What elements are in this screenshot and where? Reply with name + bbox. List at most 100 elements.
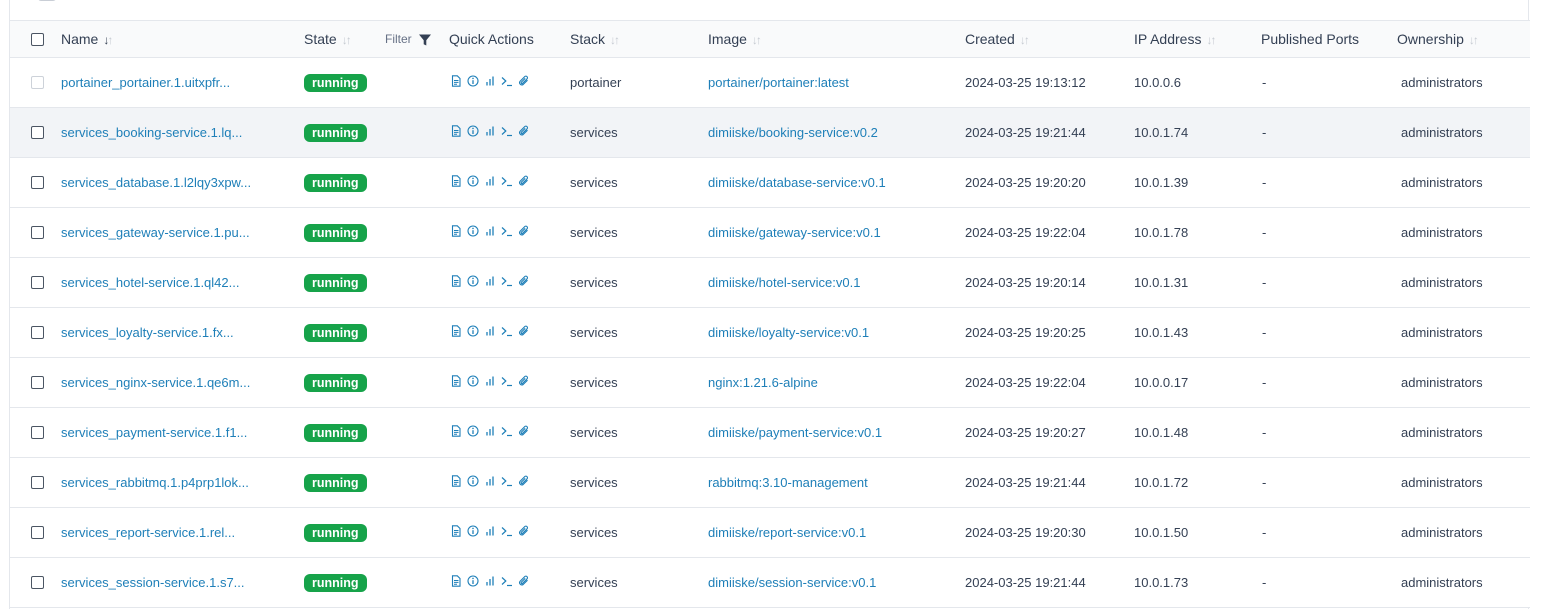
stats-icon[interactable] — [484, 575, 496, 587]
column-header-ownership[interactable]: Ownership ↓↑ — [1397, 21, 1479, 58]
console-icon[interactable] — [501, 475, 513, 487]
image-link[interactable]: dimiiske/database-service:v0.1 — [708, 158, 886, 208]
stats-icon[interactable] — [484, 75, 496, 87]
image-link[interactable]: dimiiske/payment-service:v0.1 — [708, 408, 882, 458]
console-icon[interactable] — [501, 525, 513, 537]
logs-icon[interactable] — [450, 425, 462, 437]
logs-icon[interactable] — [450, 325, 462, 337]
inspect-icon[interactable] — [467, 325, 479, 337]
console-icon[interactable] — [501, 425, 513, 437]
attach-icon[interactable] — [518, 575, 530, 587]
column-header-created[interactable]: Created ↓↑ — [965, 21, 1030, 58]
inspect-icon[interactable] — [467, 75, 479, 87]
stats-icon[interactable] — [484, 275, 496, 287]
attach-icon[interactable] — [518, 525, 530, 537]
attach-icon[interactable] — [518, 225, 530, 237]
row-checkbox[interactable] — [31, 226, 44, 239]
container-name-link[interactable]: portainer_portainer.1.uitxpfr... — [61, 58, 230, 108]
column-header-name[interactable]: Name ↓↑ — [61, 21, 113, 58]
state-filter-label[interactable]: Filter — [385, 21, 412, 58]
stats-icon[interactable] — [484, 225, 496, 237]
image-link[interactable]: nginx:1.21.6-alpine — [708, 358, 818, 408]
logs-icon[interactable] — [450, 575, 462, 587]
logs-icon[interactable] — [450, 75, 462, 87]
image-link[interactable]: dimiiske/gateway-service:v0.1 — [708, 208, 881, 258]
container-name-link[interactable]: services_loyalty-service.1.fx... — [61, 308, 234, 358]
stats-icon[interactable] — [484, 125, 496, 137]
logs-icon[interactable] — [450, 525, 462, 537]
attach-icon[interactable] — [518, 175, 530, 187]
stats-icon[interactable] — [484, 325, 496, 337]
inspect-icon[interactable] — [467, 125, 479, 137]
console-icon[interactable] — [501, 275, 513, 287]
inspect-icon[interactable] — [467, 175, 479, 187]
column-header-image[interactable]: Image ↓↑ — [708, 21, 762, 58]
row-checkbox[interactable] — [31, 526, 44, 539]
container-name-link[interactable]: services_report-service.1.rel... — [61, 508, 235, 558]
console-icon[interactable] — [501, 575, 513, 587]
column-header-state[interactable]: State ↓↑ — [304, 21, 352, 58]
attach-icon[interactable] — [518, 275, 530, 287]
inspect-icon[interactable] — [467, 475, 479, 487]
inspect-icon[interactable] — [467, 425, 479, 437]
container-name-link[interactable]: services_database.1.l2lqy3xpw... — [61, 158, 251, 208]
container-name-link[interactable]: services_payment-service.1.f1... — [61, 408, 247, 458]
console-icon[interactable] — [501, 375, 513, 387]
container-name-link[interactable]: services_gateway-service.1.pu... — [61, 208, 250, 258]
container-name-link[interactable]: services_hotel-service.1.ql42... — [61, 258, 239, 308]
stats-icon[interactable] — [484, 425, 496, 437]
row-checkbox[interactable] — [31, 426, 44, 439]
image-link[interactable]: rabbitmq:3.10-management — [708, 458, 868, 508]
logs-icon[interactable] — [450, 375, 462, 387]
image-link[interactable]: dimiiske/booking-service:v0.2 — [708, 108, 878, 158]
logs-icon[interactable] — [450, 125, 462, 137]
image-link[interactable]: dimiiske/session-service:v0.1 — [708, 558, 876, 608]
logs-icon[interactable] — [450, 275, 462, 287]
console-icon[interactable] — [501, 325, 513, 337]
inspect-icon[interactable] — [467, 525, 479, 537]
container-name-link[interactable]: services_rabbitmq.1.p4prp1lok... — [61, 458, 249, 508]
console-icon[interactable] — [501, 175, 513, 187]
stats-icon[interactable] — [484, 375, 496, 387]
logs-icon[interactable] — [450, 225, 462, 237]
stack-cell: services — [570, 225, 618, 240]
image-link[interactable]: dimiiske/loyalty-service:v0.1 — [708, 308, 869, 358]
attach-icon[interactable] — [518, 425, 530, 437]
console-icon[interactable] — [501, 225, 513, 237]
inspect-icon[interactable] — [467, 575, 479, 587]
logs-icon[interactable] — [450, 475, 462, 487]
image-link[interactable]: portainer/portainer:latest — [708, 58, 849, 108]
container-name-link[interactable]: services_nginx-service.1.qe6m... — [61, 358, 250, 408]
attach-icon[interactable] — [518, 325, 530, 337]
row-checkbox[interactable] — [31, 476, 44, 489]
column-header-stack[interactable]: Stack ↓↑ — [570, 21, 620, 58]
row-checkbox[interactable] — [31, 276, 44, 289]
stats-icon[interactable] — [484, 525, 496, 537]
console-icon[interactable] — [501, 125, 513, 137]
inspect-icon[interactable] — [467, 375, 479, 387]
attach-icon[interactable] — [518, 375, 530, 387]
inspect-icon[interactable] — [467, 225, 479, 237]
attach-icon[interactable] — [518, 75, 530, 87]
stats-icon[interactable] — [484, 175, 496, 187]
table-row: portainer_portainer.1.uitxpfr... running — [10, 58, 1530, 108]
attach-icon[interactable] — [518, 475, 530, 487]
image-link[interactable]: dimiiske/hotel-service:v0.1 — [708, 258, 860, 308]
logs-icon[interactable] — [450, 175, 462, 187]
row-checkbox[interactable] — [31, 126, 44, 139]
row-checkbox[interactable] — [31, 576, 44, 589]
filter-icon[interactable] — [418, 33, 432, 47]
created-cell: 2024-03-25 19:13:12 — [965, 75, 1086, 90]
column-header-ip-address[interactable]: IP Address ↓↑ — [1134, 21, 1216, 58]
container-name-link[interactable]: services_booking-service.1.lq... — [61, 108, 242, 158]
row-checkbox[interactable] — [31, 376, 44, 389]
stats-icon[interactable] — [484, 475, 496, 487]
console-icon[interactable] — [501, 75, 513, 87]
select-all-checkbox[interactable] — [31, 33, 44, 46]
image-link[interactable]: dimiiske/report-service:v0.1 — [708, 508, 866, 558]
inspect-icon[interactable] — [467, 275, 479, 287]
container-name-link[interactable]: services_session-service.1.s7... — [61, 558, 245, 608]
attach-icon[interactable] — [518, 125, 530, 137]
row-checkbox[interactable] — [31, 176, 44, 189]
row-checkbox[interactable] — [31, 326, 44, 339]
